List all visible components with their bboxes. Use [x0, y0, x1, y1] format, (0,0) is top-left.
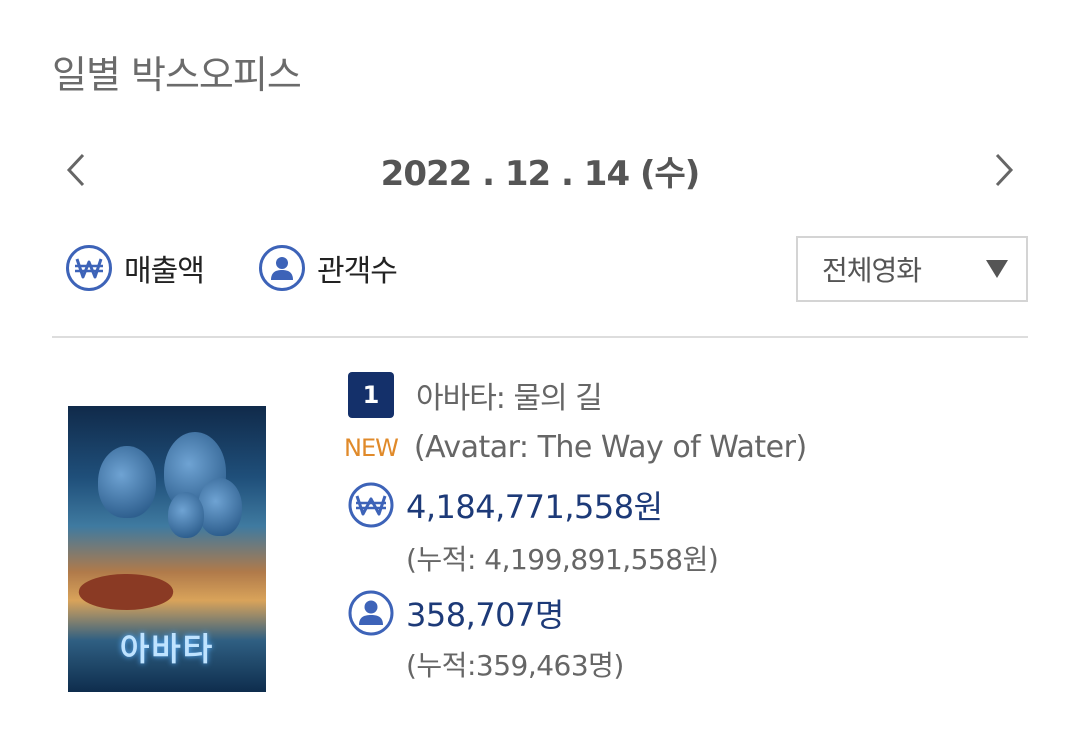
- date-navigator: 2022 . 12 . 14 (수): [52, 140, 1028, 200]
- sales-row: 4,184,771,558원: [348, 482, 663, 528]
- won-icon: [348, 482, 394, 528]
- person-icon: [348, 590, 394, 636]
- audience-label: 관객수: [317, 254, 398, 289]
- divider: [52, 336, 1028, 338]
- won-icon: [66, 245, 112, 291]
- box-office-page: 일별 박스오피스 2022 . 12 . 14 (수) 매출액 관객수 전체영화…: [0, 0, 1080, 738]
- poster-figure: [198, 478, 242, 536]
- toolbar: 매출액 관객수 전체영화: [52, 236, 1028, 302]
- current-date: 2022 . 12 . 14 (수): [380, 154, 701, 194]
- filter-value: 전체영화: [822, 254, 922, 287]
- poster-figure: [98, 446, 156, 518]
- daily-sales: 4,184,771,558원: [406, 488, 663, 526]
- movie-title-english: (Avatar: The Way of Water): [413, 430, 807, 465]
- poster-figure: [168, 492, 204, 538]
- page-title: 일별 박스오피스: [52, 53, 302, 97]
- chevron-right-icon: [995, 153, 1014, 187]
- poster-title: 아바타: [119, 630, 215, 668]
- daily-audience: 358,707명: [406, 596, 564, 634]
- movie-poster[interactable]: 아바타: [68, 406, 266, 692]
- dropdown-triangle-icon: [986, 260, 1008, 278]
- sales-label: 매출액: [124, 254, 205, 289]
- audience-toggle-button[interactable]: 관객수: [259, 244, 398, 292]
- person-icon: [259, 245, 305, 291]
- audience-row: 358,707명: [348, 590, 564, 636]
- cumulative-sales: (누적: 4,199,891,558원): [406, 543, 719, 576]
- movie-filter-select[interactable]: 전체영화: [796, 236, 1028, 302]
- cumulative-audience: (누적:359,463명): [406, 649, 624, 682]
- next-date-button[interactable]: [984, 148, 1024, 192]
- movie-title-link[interactable]: 아바타: 물의 길: [416, 373, 603, 417]
- sales-toggle-button[interactable]: 매출액: [66, 244, 205, 292]
- rank-row: 1 아바타: 물의 길: [348, 372, 603, 418]
- new-badge: NEW: [344, 433, 399, 462]
- english-title-row: NEW (Avatar: The Way of Water): [344, 430, 807, 465]
- rank-badge: 1: [348, 372, 394, 418]
- poster-creature: [69, 574, 183, 610]
